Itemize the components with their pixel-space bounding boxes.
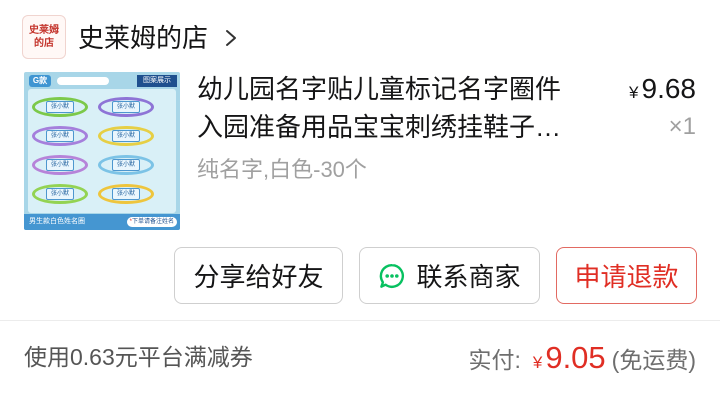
shop-logo-line1: 史莱姆	[29, 25, 59, 36]
product-quantity: ×1	[668, 113, 696, 140]
name-tag-sample: 张小默	[98, 123, 154, 149]
product-image-badge: G款	[29, 75, 51, 87]
refund-button[interactable]: 申请退款	[556, 247, 697, 304]
payment-summary: 使用0.63元平台满减券 实付: ¥9.05 (免运费)	[0, 321, 720, 412]
name-tag-label: 张小默	[46, 188, 74, 200]
name-tag-label: 张小默	[46, 101, 74, 113]
name-tag-sample: 张小默	[98, 181, 154, 207]
product-title-line-2: 入园准备用品宝宝刺绣挂鞋子…	[197, 112, 562, 142]
paid-label: 实付:	[468, 347, 521, 373]
product-sku: 纯名字,白色-30个	[197, 157, 367, 182]
product-price: ¥9.68	[629, 71, 696, 112]
shop-logo: 史莱姆 的店	[22, 15, 66, 59]
product-image-footer: 男生款白色姓名圈 *下单请备注姓名	[24, 214, 180, 230]
name-tag-label: 张小默	[46, 159, 74, 171]
name-tag-sample: 张小默	[32, 181, 88, 207]
product-image-footer-label: 男生款白色姓名圈	[29, 218, 85, 225]
name-tag-sample: 张小默	[32, 152, 88, 178]
share-button-label: 分享给好友	[193, 262, 324, 292]
price-amount: 9.68	[641, 73, 697, 104]
refund-button-label: 申请退款	[574, 262, 679, 292]
name-tag-sample: 张小默	[32, 123, 88, 149]
price-currency: ¥	[629, 83, 639, 102]
product-image-showcase-label: 图案展示	[137, 75, 177, 87]
order-card: 史莱姆 的店 史莱姆的店 G款 图案展示 张小默 张小默 张小默 张小默 张小默 张小默张…	[0, 0, 720, 412]
product-image-note: *下单请备注姓名	[126, 217, 177, 227]
paid-currency: ¥	[532, 353, 543, 372]
product-title-line-1: 幼儿园名字贴儿童标记名字圈件	[197, 74, 562, 104]
order-item[interactable]: G款 图案展示 张小默 张小默 张小默 张小默 张小默 张小默 张小默 张小默 男生款白色姓名…	[0, 66, 720, 238]
shop-logo-line2: 的店	[34, 38, 54, 49]
name-tag-sample: 张小默	[98, 94, 154, 120]
share-button[interactable]: 分享给好友	[174, 247, 343, 304]
paid-amount: 9.05	[545, 340, 606, 375]
name-tag-label: 张小默	[112, 159, 140, 171]
coupon-info: 使用0.63元平台满减券	[24, 344, 253, 370]
shipping-note: (免运费)	[611, 347, 696, 373]
chat-bubble-icon	[380, 263, 405, 288]
name-tag-label: 张小默	[112, 130, 140, 142]
contact-seller-label: 联系商家	[416, 262, 521, 292]
order-actions: 分享给好友 联系商家 申请退款	[0, 247, 720, 304]
product-image-top-label	[57, 77, 109, 85]
name-tag-sample: 张小默	[32, 94, 88, 120]
shop-name: 史莱姆的店	[78, 23, 209, 53]
name-tag-label: 张小默	[112, 188, 140, 200]
name-tag-sample: 张小默	[98, 152, 154, 178]
paid-total: 实付: ¥9.05 (免运费)	[468, 336, 696, 386]
product-image: G款 图案展示 张小默 张小默 张小默 张小默 张小默 张小默 张小默 张小默 男生款白色姓名…	[24, 72, 180, 230]
name-tag-label: 张小默	[112, 101, 140, 113]
shop-header[interactable]: 史莱姆 的店 史莱姆的店	[0, 10, 300, 66]
chevron-right-icon	[226, 30, 236, 46]
contact-seller-button[interactable]: 联系商家	[359, 247, 540, 304]
name-tag-label: 张小默	[46, 130, 74, 142]
product-image-note-label: 下单请备注姓名	[131, 219, 174, 225]
